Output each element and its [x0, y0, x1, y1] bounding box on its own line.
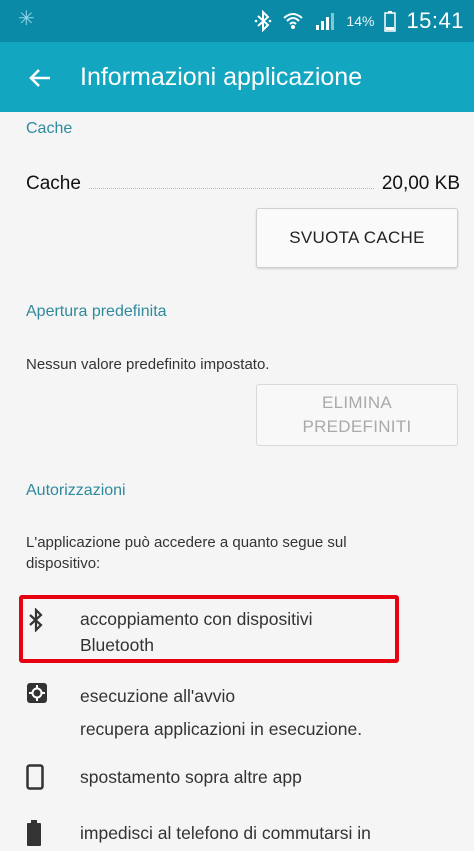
cache-size-row: Cache 20,00 KB: [26, 173, 460, 203]
permissions-description: L'applicazione può accedere a quanto seg…: [26, 532, 347, 574]
phone-icon: [26, 764, 48, 790]
signal-icon: [314, 11, 336, 31]
wifi-icon: [282, 10, 304, 32]
page-title: Informazioni applicazione: [80, 63, 363, 91]
permissions-section-title: Autorizzazioni: [26, 482, 126, 499]
clear-cache-button[interactable]: SVUOTA CACHE: [256, 208, 458, 268]
battery-icon: [384, 10, 397, 32]
clock: 15:41: [406, 8, 464, 33]
permission-text: spostamento sopra altre app: [80, 764, 302, 790]
permission-item-prevent-sleep[interactable]: impedisci al telefono di commutarsi in: [26, 820, 456, 850]
permissions-description-line2: dispositivo:: [26, 555, 101, 572]
permission-item-overlay[interactable]: spostamento sopra altre app: [26, 764, 456, 794]
clear-defaults-label-line1: ELIMINA: [321, 393, 393, 412]
permission-item-startup[interactable]: esecuzione all'avvio recupera applicazio…: [26, 680, 456, 739]
permission-line2: recupera applicazioni in esecuzione.: [80, 719, 363, 739]
permissions-description-line1: L'applicazione può accedere a quanto seg…: [26, 534, 347, 551]
default-open-description: Nessun valore predefinito impostato.: [26, 356, 270, 373]
app-info-content[interactable]: Cache Cache 20,00 KB SVUOTA CACHE Apertu…: [0, 112, 474, 846]
permission-line1: impedisci al telefono di commutarsi in: [80, 823, 371, 843]
status-icons: 14% 15:41: [254, 6, 464, 36]
arrow-left-icon[interactable]: [26, 64, 54, 92]
app-bar: Informazioni applicazione: [0, 42, 474, 112]
cache-label: Cache: [26, 173, 81, 194]
clear-defaults-label-line2: PREDEFINITI: [302, 417, 412, 436]
permission-line1: spostamento sopra altre app: [80, 767, 302, 787]
status-bar: ✳ 14% 15:41: [0, 0, 474, 42]
battery-percent: 14%: [346, 13, 375, 29]
highlight-annotation-box: [19, 595, 399, 663]
permission-text: impedisci al telefono di commutarsi in: [80, 820, 371, 846]
cache-section-title: Cache: [26, 120, 73, 137]
cache-value: 20,00 KB: [381, 173, 460, 194]
notification-icon: ✳: [18, 8, 35, 30]
bluetooth-icon: [254, 10, 272, 32]
gear-icon: [26, 682, 48, 708]
leader-dots: [88, 174, 374, 189]
default-open-section-title: Apertura predefinita: [26, 303, 167, 320]
permission-text: esecuzione all'avvio recupera applicazio…: [80, 680, 362, 746]
clear-defaults-button[interactable]: ELIMINA PREDEFINITI: [256, 384, 458, 446]
permission-line1: esecuzione all'avvio: [80, 686, 236, 706]
battery-icon: [26, 820, 48, 846]
